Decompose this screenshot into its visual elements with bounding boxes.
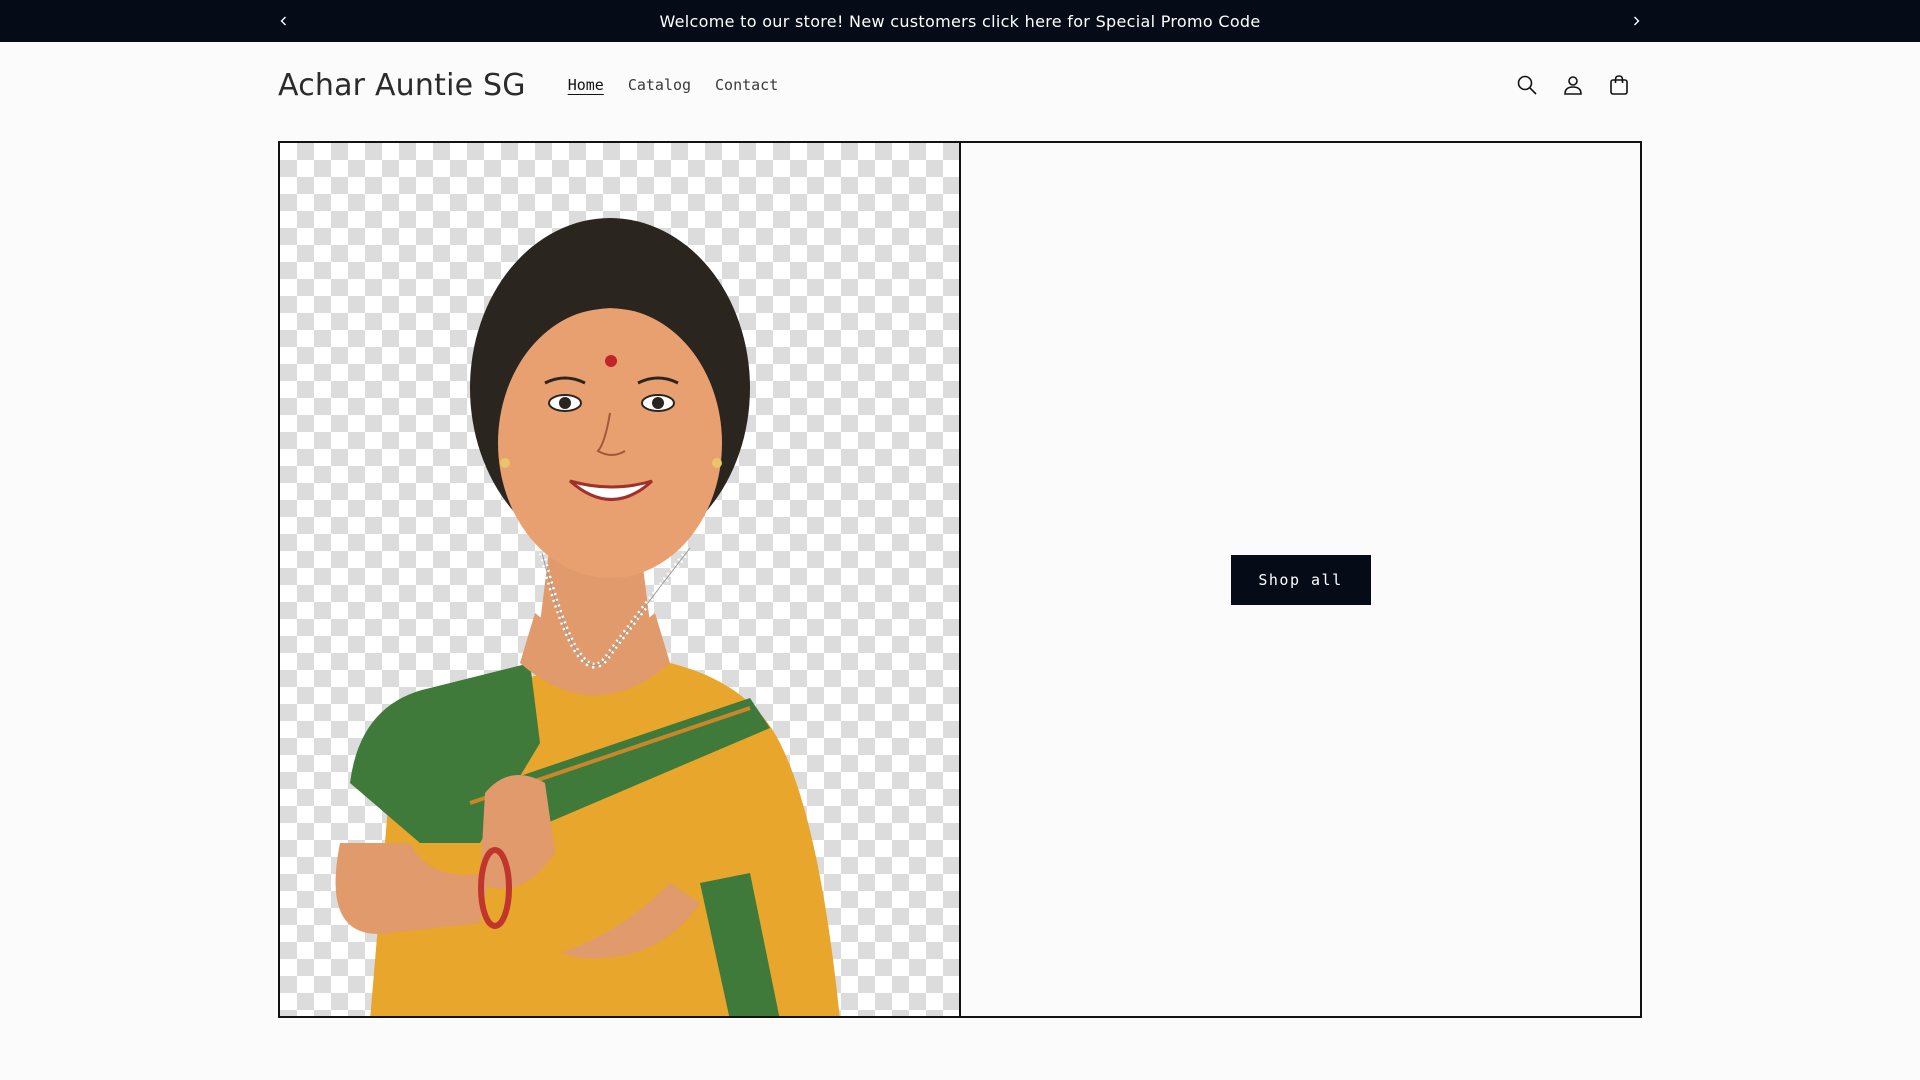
auntie-illustration (335, 218, 840, 1016)
announcement-next-button[interactable] (1625, 10, 1647, 32)
site-header: Achar Auntie SG Home Catalog Contact (278, 42, 1642, 128)
announcement-link[interactable]: Welcome to our store! New customers clic… (659, 12, 1260, 31)
nav-catalog[interactable]: Catalog (616, 70, 703, 100)
search-icon (1517, 75, 1537, 95)
account-button[interactable] (1550, 62, 1596, 108)
cart-button[interactable] (1596, 62, 1642, 108)
cart-icon (1610, 75, 1628, 95)
hero-image (280, 143, 961, 1016)
announcement-bar: Welcome to our store! New customers clic… (0, 0, 1920, 42)
hero-banner: Shop all (278, 141, 1642, 1018)
announcement-prev-button[interactable] (273, 10, 295, 32)
main-nav: Home Catalog Contact (556, 70, 791, 100)
hero-content: Shop all (961, 143, 1640, 1016)
account-icon (1564, 76, 1582, 95)
header-icons (1504, 62, 1642, 108)
chevron-left-icon (280, 16, 286, 26)
shop-all-button[interactable]: Shop all (1230, 554, 1371, 605)
nav-home[interactable]: Home (556, 70, 616, 100)
search-button[interactable] (1504, 62, 1550, 108)
chevron-right-icon (1634, 16, 1640, 26)
store-logo[interactable]: Achar Auntie SG (278, 68, 526, 103)
nav-contact[interactable]: Contact (703, 70, 790, 100)
